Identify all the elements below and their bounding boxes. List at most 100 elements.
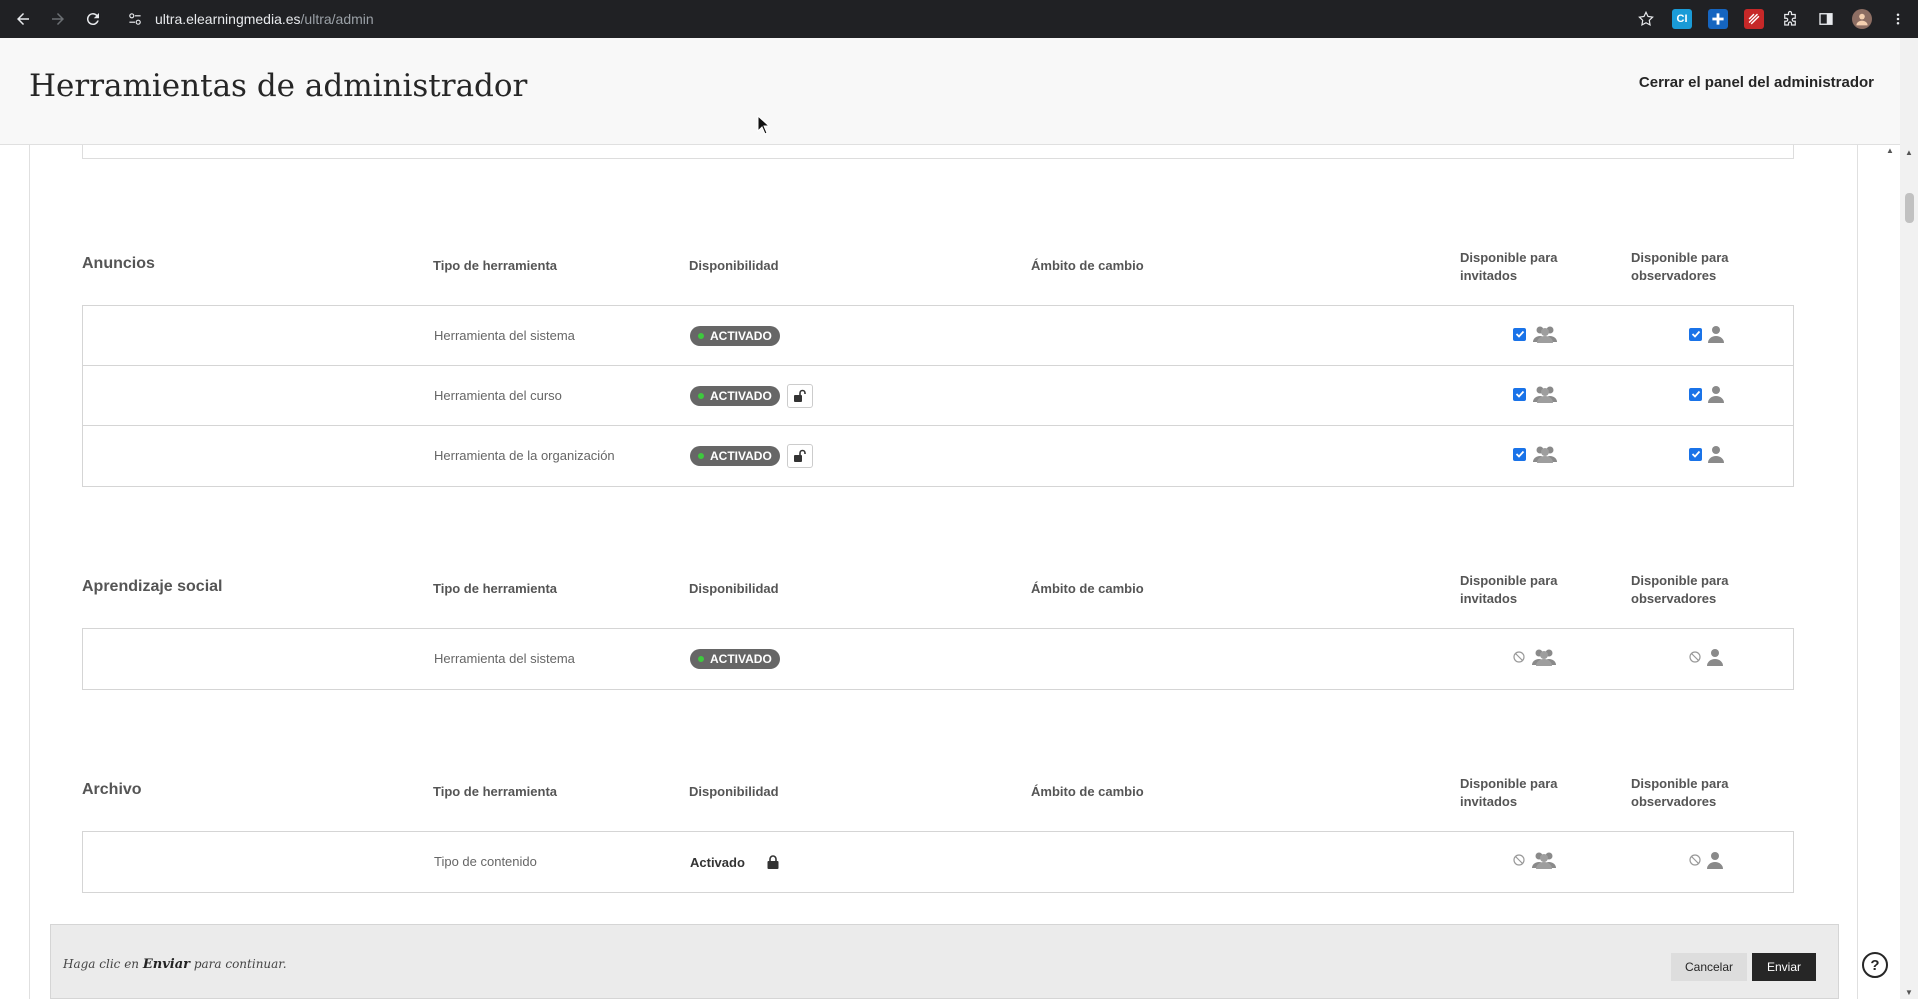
col-header-observers: Disponible para observadores [1631,776,1729,809]
lock-icon [767,855,779,869]
table-row: Herramienta del curso ACTIVADO [83,366,1793,426]
unlock-toggle[interactable] [787,444,813,468]
guest-checkbox[interactable] [1513,327,1526,341]
scrollbar-thumb[interactable] [1905,193,1914,223]
not-allowed-icon [1513,651,1525,663]
tool-type: Tipo de contenido [434,854,537,869]
help-button[interactable]: ? [1862,952,1888,978]
status-badge[interactable]: ACTIVADO [690,446,780,466]
section-title: Aprendizaje social [82,578,223,595]
col-header-observers: Disponible para observadores [1631,250,1729,283]
section-anuncios: Anuncios Tipo de herramienta Disponibili… [82,245,1794,487]
table-row: Herramienta del sistema ACTIVADO [83,629,1793,689]
tool-rows: Tipo de contenido Activado [82,831,1794,893]
guests-group-icon [1532,649,1556,666]
section-header: Archivo Tipo de herramienta Disponibilid… [82,771,1794,831]
observer-availability [1689,385,1724,403]
back-icon[interactable] [11,7,35,31]
guest-checkbox[interactable] [1513,387,1526,401]
col-header-guests: Disponible para invitados [1460,776,1558,809]
address-bar[interactable]: ultra.elearningmedia.es/ultra/admin [155,11,374,27]
close-admin-panel-link[interactable]: Cerrar el panel del administrador [1639,74,1874,91]
guests-group-icon [1533,326,1557,343]
col-header-guests: Disponible para invitados [1460,250,1558,283]
guests-group-icon [1533,386,1557,403]
extension-plus-icon[interactable] [1708,9,1728,29]
unlock-icon [794,449,806,462]
col-header-availability: Disponibilidad [689,258,779,273]
unlock-toggle[interactable] [787,384,813,408]
extensions-puzzle-icon[interactable] [1780,9,1800,29]
unlock-icon [794,389,806,402]
browser-menu-icon[interactable] [1888,9,1908,29]
mouse-cursor-icon [757,115,771,135]
bookmark-star-icon[interactable] [1636,9,1656,29]
guest-availability [1513,385,1558,403]
col-header-guests: Disponible para invitados [1460,573,1558,606]
col-header-type: Tipo de herramienta [433,581,558,596]
submit-button[interactable]: Enviar [1752,953,1816,981]
guest-checkbox[interactable] [1513,447,1526,461]
observer-checkbox[interactable] [1689,387,1702,401]
col-header-scope: Ámbito de cambio [1031,784,1144,799]
site-info-icon[interactable] [125,9,145,29]
submit-bar: Haga clic en Enviar para continuar. Canc… [50,924,1839,999]
scroll-up-icon[interactable]: ▲ [1905,148,1913,157]
tool-type: Herramienta del sistema [434,328,575,343]
section-header: Aprendizaje social Tipo de herramienta D… [82,568,1794,628]
help-icon: ? [1870,956,1880,974]
reload-icon[interactable] [81,7,105,31]
guest-availability [1513,445,1558,463]
msg-suffix: para continuar. [193,957,287,971]
guest-availability [1513,325,1558,343]
page-scroll-up-icon[interactable]: ▲ [1886,146,1894,155]
page-title: Herramientas de administrador [29,68,528,104]
profile-avatar-icon[interactable] [1852,9,1872,29]
observer-user-icon [1708,446,1724,463]
status-text: Activado [690,855,745,870]
status-badge[interactable]: ACTIVADO [690,649,780,669]
extension-ci-icon[interactable]: CI [1672,9,1692,29]
observer-availability [1689,648,1723,666]
status-badge[interactable]: ACTIVADO [690,326,780,346]
side-panel-icon[interactable] [1816,9,1836,29]
observer-availability [1689,325,1724,343]
observer-availability [1689,445,1724,463]
table-row: Herramienta de la organización ACTIVADO [83,426,1793,486]
tool-type: Herramienta de la organización [434,448,615,463]
observer-checkbox[interactable] [1689,447,1702,461]
url-host: ultra.elearningmedia.es [155,11,301,27]
not-allowed-icon [1689,651,1701,663]
admin-header: Herramientas de administrador Cerrar el … [0,38,1900,145]
status-badge[interactable]: ACTIVADO [690,386,780,406]
previous-section-box [82,145,1794,159]
observer-checkbox[interactable] [1689,327,1702,341]
col-header-availability: Disponibilidad [689,581,779,596]
tool-type: Herramienta del curso [434,388,562,403]
msg-action: Enviar [142,957,190,972]
guests-group-icon [1532,852,1556,869]
observer-user-icon [1708,386,1724,403]
scrollbar[interactable]: ▲ ▼ [1900,38,1918,999]
col-header-availability: Disponibilidad [689,784,779,799]
url-path: /ultra/admin [300,11,374,27]
scroll-down-icon[interactable]: ▼ [1905,988,1913,997]
section-aprendizaje-social: Aprendizaje social Tipo de herramienta D… [82,568,1794,690]
cancel-button[interactable]: Cancelar [1671,953,1747,981]
col-header-scope: Ámbito de cambio [1031,581,1144,596]
msg-prefix: Haga clic en [63,957,140,971]
col-header-scope: Ámbito de cambio [1031,258,1144,273]
forward-icon[interactable] [46,7,70,31]
col-header-type: Tipo de herramienta [433,258,558,273]
section-header: Anuncios Tipo de herramienta Disponibili… [82,245,1794,305]
section-title: Anuncios [82,255,155,272]
extension-red-icon[interactable] [1744,9,1764,29]
guests-group-icon [1533,446,1557,463]
tool-rows: Herramienta del sistema ACTIVADO [82,628,1794,690]
browser-toolbar: ultra.elearningmedia.es/ultra/admin CI [0,0,1918,38]
guest-availability [1513,851,1557,869]
not-allowed-icon [1689,854,1701,866]
observer-user-icon [1707,852,1723,869]
col-header-observers: Disponible para observadores [1631,573,1729,606]
observer-user-icon [1708,326,1724,343]
